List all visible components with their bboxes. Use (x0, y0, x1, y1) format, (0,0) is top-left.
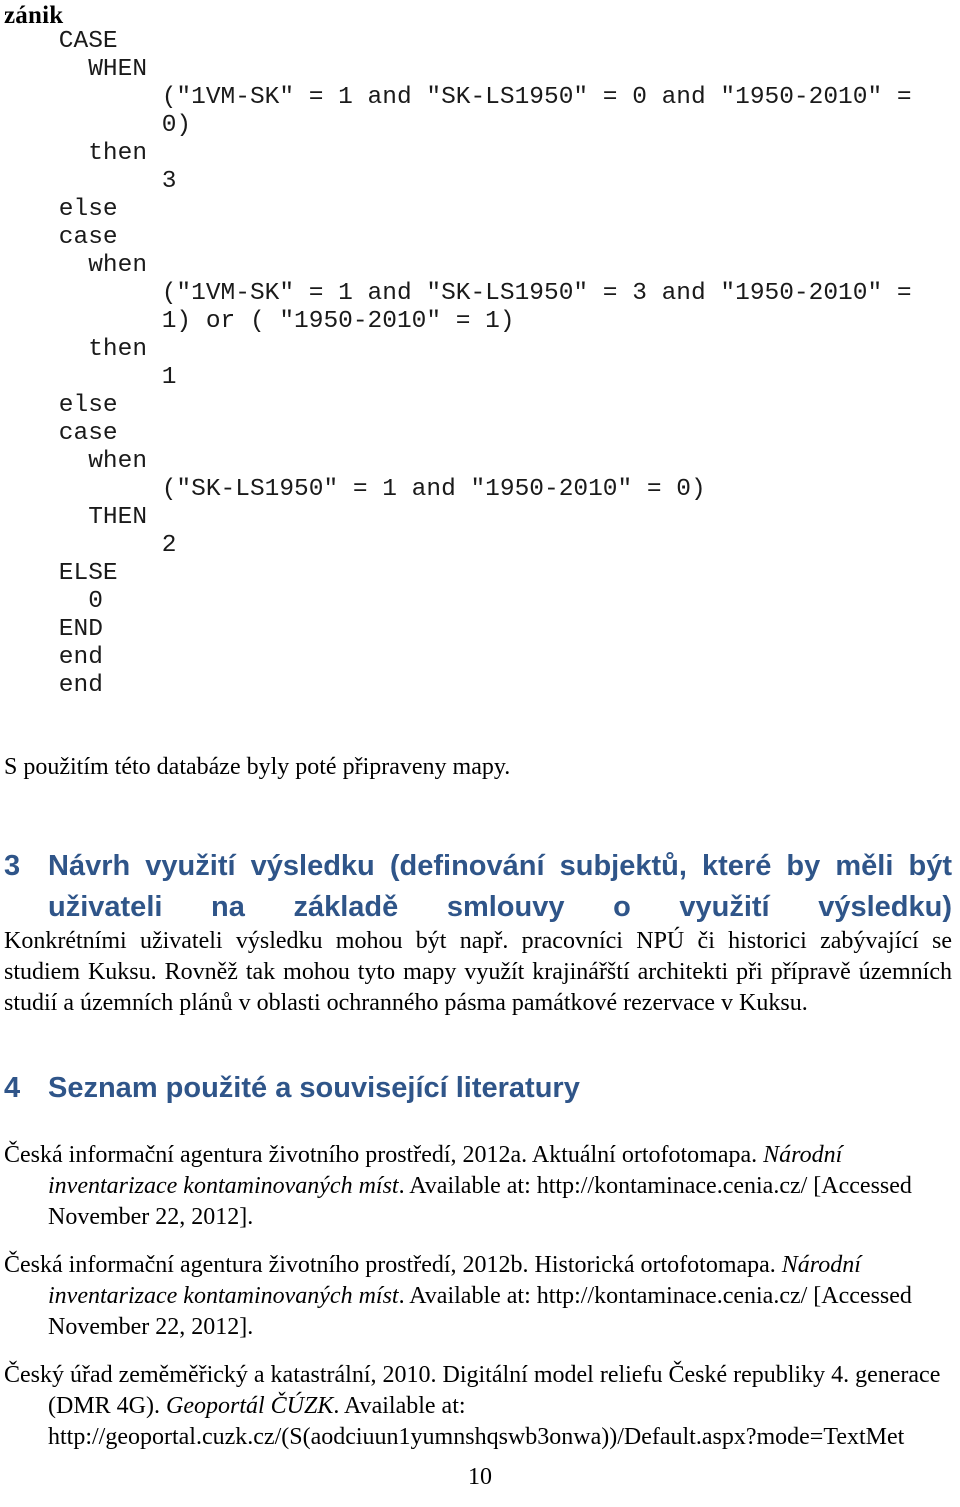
paragraph-maps: S použitím této databáze byly poté připr… (4, 754, 511, 780)
reference-prefix: Český úřad zeměměřický a katastrální, 20… (4, 1362, 941, 1419)
code-line: 0 (0, 588, 103, 615)
code-line: when (0, 448, 148, 475)
code-line: CASE (0, 28, 118, 55)
code-line: 0) (0, 112, 192, 139)
reference-prefix: Česká informační agentura životního pros… (4, 1252, 782, 1278)
code-line: 3 (0, 168, 177, 195)
code-line: WHEN (0, 56, 148, 83)
code-line: 1) or ( "1950-2010" = 1) (0, 308, 515, 335)
section-4-title: Seznam použité a související literatury (48, 1072, 580, 1104)
code-line: ("1VM-SK" = 1 and "SK-LS1950" = 3 and "1… (0, 280, 912, 307)
page-number: 10 (468, 1464, 492, 1490)
code-line: ELSE (0, 560, 118, 587)
reference-entry: Český úřad zeměměřický a katastrální, 20… (4, 1360, 952, 1453)
code-line: END (0, 616, 103, 643)
code-line: else (0, 196, 118, 223)
code-line: end (0, 644, 103, 671)
code-line: ("SK-LS1950" = 1 and "1950-2010" = 0) (0, 476, 706, 503)
code-line: when (0, 252, 148, 279)
section-4-number: 4 (4, 1072, 21, 1104)
code-line: end (0, 672, 103, 699)
code-line: case (0, 224, 118, 251)
code-line: then (0, 336, 148, 363)
document-page: zánik CASE WHEN ("1VM-SK" = 1 and "SK-LS… (0, 0, 960, 1507)
carry-over-word: zánik (4, 2, 64, 29)
reference-prefix: Česká informační agentura životního pros… (4, 1142, 764, 1168)
code-line: else (0, 392, 118, 419)
paragraph-users: Konkrétními uživateli výsledku mohou být… (4, 928, 952, 1016)
sql-case-code-block: CASE WHEN ("1VM-SK" = 1 and "SK-LS1950" … (0, 28, 960, 700)
reference-source-title: Geoportál ČÚZK (166, 1393, 334, 1419)
code-line: THEN (0, 504, 148, 531)
reference-list: Česká informační agentura životního pros… (4, 1140, 952, 1470)
code-line: ("1VM-SK" = 1 and "SK-LS1950" = 0 and "1… (0, 84, 912, 111)
reference-entry: Česká informační agentura životního pros… (4, 1140, 952, 1233)
reference-entry: Česká informační agentura životního pros… (4, 1250, 952, 1343)
code-line: then (0, 140, 148, 167)
code-line: 1 (0, 364, 177, 391)
section-heading-4: 4 Seznam použité a související literatur… (4, 1068, 704, 1109)
code-line: 2 (0, 532, 177, 559)
code-line: case (0, 420, 118, 447)
section-3-number: 3 (4, 850, 21, 882)
